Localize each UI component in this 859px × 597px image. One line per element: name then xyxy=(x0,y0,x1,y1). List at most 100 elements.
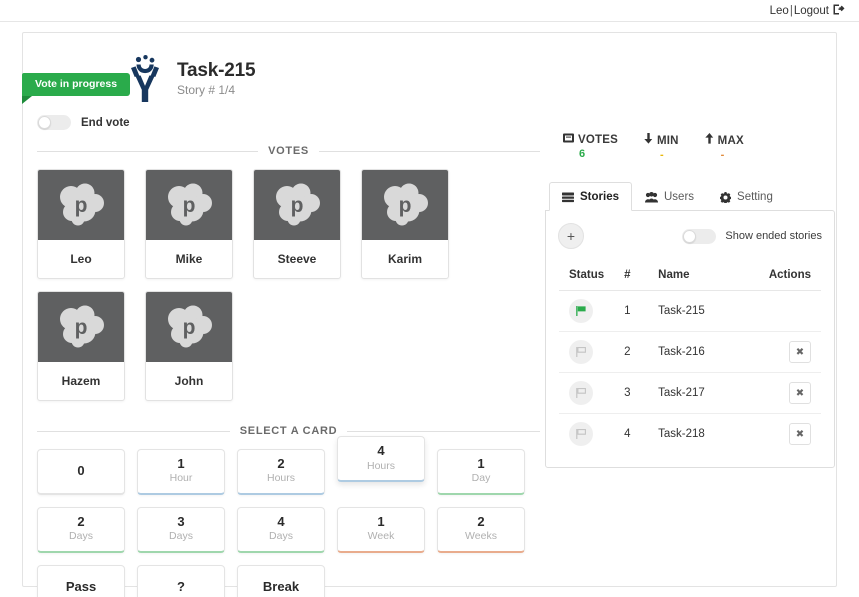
planning-card[interactable]: 4 Hours xyxy=(337,436,425,482)
cell-number: 2 xyxy=(614,331,649,373)
svg-text:p: p xyxy=(291,194,304,217)
planning-card[interactable]: 2 Days xyxy=(37,507,125,553)
planning-card[interactable]: ? xyxy=(137,565,225,597)
flag-outline-icon[interactable] xyxy=(569,381,593,405)
current-user-name: Leo xyxy=(769,4,789,17)
planning-card-unit: Hours xyxy=(366,459,395,472)
status-badge: Vote in progress xyxy=(22,73,131,103)
table-header-row: Status # Name Actions xyxy=(559,260,821,291)
cell-status xyxy=(559,290,615,332)
planning-card-value: 4 xyxy=(277,514,285,530)
svg-text:p: p xyxy=(399,194,412,217)
voter-name: Leo xyxy=(70,252,92,266)
arrow-up-icon xyxy=(704,133,714,147)
cloud-p-avatar: p xyxy=(146,292,232,362)
planning-card[interactable]: Break xyxy=(237,565,325,597)
tab-label: Setting xyxy=(737,191,773,203)
panel-tabs: Stories Users Setting xyxy=(545,181,835,211)
flag-outline-icon[interactable] xyxy=(569,340,593,364)
voter-card: p Mike xyxy=(145,169,233,279)
tab-stories[interactable]: Stories xyxy=(549,182,632,211)
stat-label-text: VOTES xyxy=(578,134,618,146)
planning-card[interactable]: 2 Hours xyxy=(237,449,325,495)
end-vote-toggle[interactable] xyxy=(37,115,71,130)
cell-actions: ✖ xyxy=(737,331,821,373)
voter-card: p Leo xyxy=(37,169,125,279)
end-vote-label: End vote xyxy=(81,116,130,129)
planning-card-value: 1 xyxy=(377,514,385,530)
cell-number: 4 xyxy=(624,428,631,440)
planning-card[interactable]: 1 Day xyxy=(437,449,525,495)
stat-value: - xyxy=(720,149,725,161)
planning-card[interactable]: 1 Hour xyxy=(137,449,225,495)
planning-card-value: 2 xyxy=(277,456,285,472)
planning-card-value: 4 xyxy=(377,442,385,458)
cell-status xyxy=(559,331,615,373)
page-body: Vote in progress Task-215 Story # 1/4 En… xyxy=(0,22,859,597)
votes-icon xyxy=(563,133,574,146)
stat-label: MAX xyxy=(704,133,744,147)
end-vote-toggle-knob xyxy=(38,116,51,129)
flag-outline-icon[interactable] xyxy=(569,422,593,446)
table-row[interactable]: 3 Task-217 ✖ xyxy=(559,372,821,414)
planning-card-value: 3 xyxy=(177,514,185,530)
show-ended-toggle[interactable] xyxy=(682,228,717,244)
cell-number: 3 xyxy=(614,372,649,414)
cloud-p-avatar: p xyxy=(254,170,340,240)
voter-card: p Karim xyxy=(361,169,449,279)
delete-story-button[interactable]: ✖ xyxy=(789,423,811,445)
planning-card[interactable]: 0 xyxy=(37,449,125,495)
add-story-button[interactable]: + xyxy=(558,223,584,249)
delete-story-button[interactable]: ✖ xyxy=(789,382,811,404)
main-panel: Vote in progress Task-215 Story # 1/4 En… xyxy=(22,32,837,597)
column-header-number: # xyxy=(614,260,649,291)
planning-card-value: 0 xyxy=(77,463,85,479)
stat-value: 6 xyxy=(579,148,586,160)
users-icon xyxy=(645,191,658,203)
story-counter: Story # 1/4 xyxy=(177,83,236,98)
stat-label: VOTES xyxy=(563,133,618,146)
tab-users[interactable]: Users xyxy=(632,182,707,211)
planning-card[interactable]: 1 Week xyxy=(337,507,425,553)
planning-card-unit: Days xyxy=(69,530,93,543)
select-card-title: SELECT A CARD xyxy=(37,425,540,437)
planning-card[interactable]: 2 Weeks xyxy=(437,507,525,553)
cell-actions: ✖ xyxy=(738,414,822,455)
tab-setting[interactable]: Setting xyxy=(707,182,786,211)
cell-name: Task-218 xyxy=(658,428,705,440)
stories-toolbar: + Show ended stories xyxy=(558,223,822,249)
stat-value: - xyxy=(659,149,664,161)
planning-card[interactable]: Pass xyxy=(37,565,125,597)
planning-card-value: 1 xyxy=(177,456,185,472)
logout-link[interactable]: Logout xyxy=(794,5,829,17)
stat-max: MAX - xyxy=(704,133,744,161)
stories-tab-panel: + Show ended stories Status # Name Actio… xyxy=(545,210,835,468)
team-people-logo xyxy=(125,55,165,103)
right-column: VOTES 6 MIN - MAX - Stories Users Setting + Sho… xyxy=(545,133,835,468)
delete-story-button[interactable]: ✖ xyxy=(789,341,811,363)
flag-filled-icon[interactable] xyxy=(569,299,593,323)
gear-icon xyxy=(720,191,732,203)
topbar-separator: | xyxy=(789,4,793,17)
cell-number: 1 xyxy=(614,290,649,332)
planning-card-unit: Hour xyxy=(169,472,193,485)
planning-card[interactable]: 3 Days xyxy=(137,507,225,553)
sign-out-icon[interactable] xyxy=(833,4,845,18)
top-bar: Leo | Logout xyxy=(0,0,859,22)
table-row[interactable]: 2 Task-216 ✖ xyxy=(559,331,821,373)
planning-card[interactable]: 4 Days xyxy=(237,507,325,553)
planning-card-value: Break xyxy=(262,579,300,595)
table-row[interactable]: 4 Task-218 ✖ xyxy=(559,414,822,455)
show-ended-label: Show ended stories xyxy=(725,230,822,242)
voter-card: p Hazem xyxy=(37,291,125,401)
cell-status xyxy=(559,414,614,455)
story-header: Task-215 Story # 1/4 xyxy=(125,55,256,103)
cloud-p-avatar: p xyxy=(146,170,232,240)
column-header-actions: Actions xyxy=(737,260,821,291)
table-row[interactable]: 1 Task-215 xyxy=(559,290,821,332)
planning-card-value: ? xyxy=(177,579,185,595)
votes-grid: p Leo p Mike p Steeve p Karim p Hazem p … xyxy=(37,169,540,401)
column-header-status: Status xyxy=(559,260,615,291)
planning-card-unit: Days xyxy=(169,530,193,543)
voter-name: Hazem xyxy=(61,374,101,388)
